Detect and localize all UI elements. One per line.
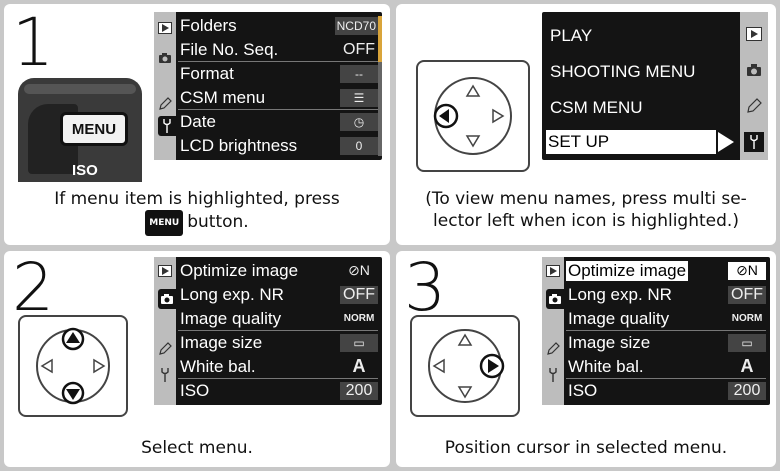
menu-row-white-bal[interactable]: White bal. A xyxy=(566,355,766,379)
step-number: 2 xyxy=(12,251,54,326)
menu-row-image-quality[interactable]: Image quality NORM xyxy=(566,307,766,331)
multi-selector[interactable] xyxy=(18,315,128,417)
step2-caption: Select menu. xyxy=(141,438,253,458)
menu-names-screen: PLAY SHOOTING MENU CSM MENU SET UP xyxy=(542,12,768,160)
menu-names-panel: PLAY SHOOTING MENU CSM MENU SET UP (To v… xyxy=(396,4,776,245)
wrench-icon[interactable] xyxy=(156,365,174,385)
pencil-icon[interactable] xyxy=(156,94,174,114)
play-icon[interactable] xyxy=(156,18,174,38)
menu-row-folders[interactable]: Folders NCD70 xyxy=(178,14,378,37)
pointer-arrow-icon xyxy=(718,132,734,152)
menu-name-play[interactable]: PLAY xyxy=(548,24,738,47)
step-number: 1 xyxy=(12,4,54,81)
play-icon[interactable] xyxy=(544,261,562,281)
menu-row-file-no-seq[interactable]: File No. Seq. OFF xyxy=(178,38,378,62)
shooting-menu-screen-cursor: Optimize image ⊘N Long exp. NR OFF Image q… xyxy=(542,257,770,405)
scrollbar-thumb[interactable] xyxy=(378,16,382,62)
camera-icon[interactable] xyxy=(546,289,564,309)
menu-name-shooting[interactable]: SHOOTING MENU xyxy=(548,60,738,83)
menu-row-long-exp-nr[interactable]: Long exp. NR OFF xyxy=(566,283,766,306)
shooting-menu-screen: Optimize image ⊘N Long exp. NR OFF Image q… xyxy=(154,257,382,405)
menu-button-icon: MENU xyxy=(145,210,184,236)
wrench-icon[interactable] xyxy=(744,132,764,152)
menu-row-image-size[interactable]: Image size ▭ xyxy=(566,331,766,354)
pencil-icon[interactable] xyxy=(544,339,562,359)
menu-names-caption: (To view menu names, press multi se- lec… xyxy=(425,189,747,231)
wrench-icon[interactable] xyxy=(158,116,176,136)
pencil-icon[interactable] xyxy=(744,96,764,116)
menu-name-csm[interactable]: CSM MENU xyxy=(548,96,738,119)
camera-icon[interactable] xyxy=(158,289,176,309)
camera-icon[interactable] xyxy=(744,60,764,80)
menu-row-iso[interactable]: ISO 200 xyxy=(566,379,766,402)
iso-label: ISO xyxy=(72,162,98,179)
menu-icon-column xyxy=(154,12,176,160)
play-icon[interactable] xyxy=(744,24,764,44)
camera-icon[interactable] xyxy=(156,48,174,68)
menu-row-optimize-image[interactable]: Optimize image ⊘N xyxy=(566,259,766,282)
menu-button[interactable]: MENU xyxy=(60,112,128,146)
setup-menu-screen: Folders NCD70 File No. Seq. OFF Format -- C… xyxy=(154,12,382,160)
play-icon[interactable] xyxy=(156,261,174,281)
menu-row-image-size[interactable]: Image size ▭ xyxy=(178,331,378,354)
step1-caption: If menu item is highlighted, press MENU b… xyxy=(4,188,390,236)
menu-row-date[interactable]: Date ◷ xyxy=(178,110,378,133)
multi-selector[interactable] xyxy=(416,60,530,172)
step3-caption: Position cursor in selected menu. xyxy=(444,438,728,458)
step2-panel: 2 Optimize image ⊘N Long exp. NR OFF Ima… xyxy=(4,251,390,467)
menu-icon-column xyxy=(154,257,176,405)
menu-row-format[interactable]: Format -- xyxy=(178,62,378,85)
menu-row-iso[interactable]: ISO 200 xyxy=(178,379,378,402)
menu-row-image-quality[interactable]: Image quality NORM xyxy=(178,307,378,331)
step-number: 3 xyxy=(404,251,446,326)
step1-panel: 1 MENU ISO Folders NCD70 File No. Seq. OFF… xyxy=(4,4,390,245)
menu-icon-column xyxy=(542,257,564,405)
multi-selector[interactable] xyxy=(410,315,520,417)
menu-row-long-exp-nr[interactable]: Long exp. NR OFF xyxy=(178,283,378,306)
menu-row-optimize-image[interactable]: Optimize image ⊘N xyxy=(178,259,378,282)
pencil-icon[interactable] xyxy=(156,339,174,359)
menu-name-setup[interactable]: SET UP xyxy=(546,130,716,154)
menu-row-lcd-brightness[interactable]: LCD brightness 0 xyxy=(178,134,378,157)
menu-row-white-bal[interactable]: White bal. A xyxy=(178,355,378,379)
camera-body: MENU ISO xyxy=(18,78,142,182)
step3-panel: 3 Optimize image ⊘N Long exp. NR OFF Ima… xyxy=(396,251,776,467)
menu-row-csm-menu[interactable]: CSM menu ☰ xyxy=(178,86,378,110)
wrench-icon[interactable] xyxy=(544,365,562,385)
